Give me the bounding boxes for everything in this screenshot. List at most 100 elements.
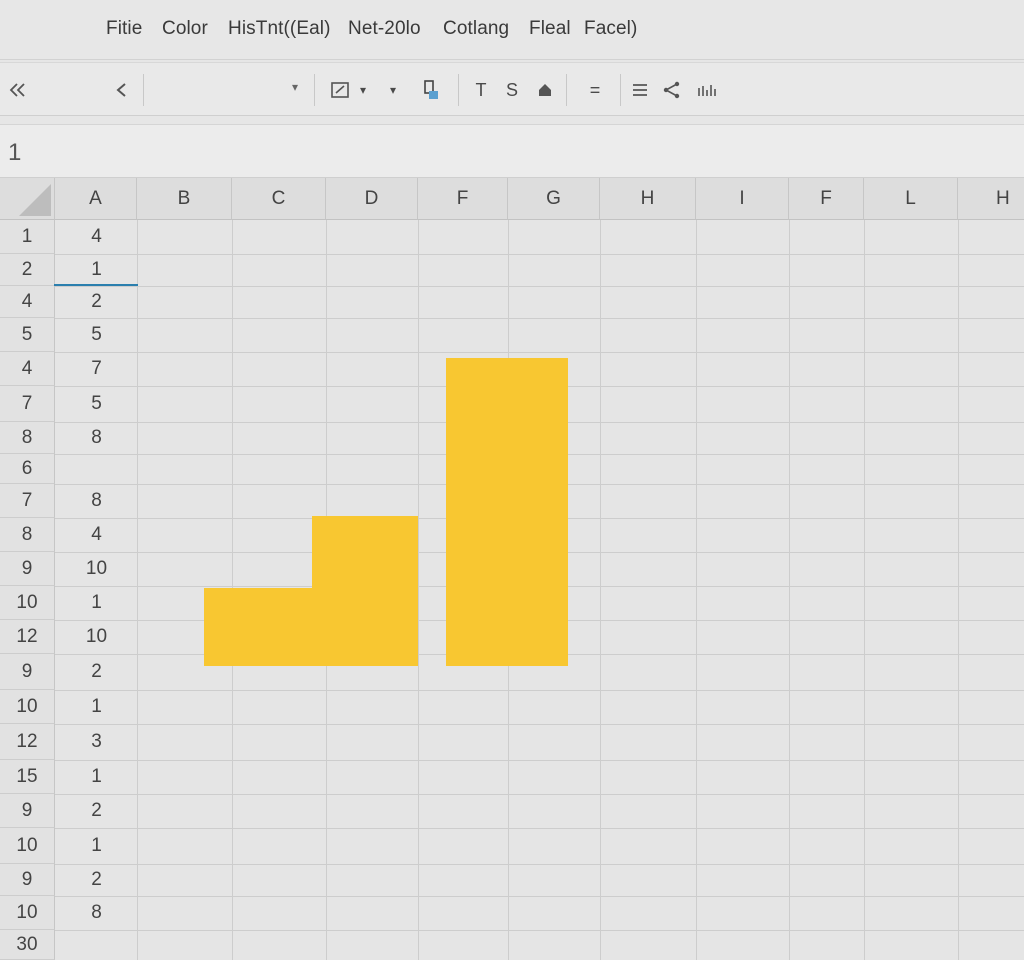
- row-header[interactable]: 9: [0, 864, 55, 896]
- fill-bucket-icon[interactable]: [534, 75, 556, 105]
- column-header[interactable]: L: [864, 178, 958, 220]
- column-header[interactable]: D: [326, 178, 418, 220]
- align-icon[interactable]: [630, 75, 650, 105]
- cell[interactable]: 4: [56, 220, 137, 254]
- column-header[interactable]: C: [232, 178, 326, 220]
- column-header[interactable]: H: [958, 178, 1024, 220]
- cell[interactable]: 10: [56, 620, 137, 654]
- column-header[interactable]: I: [696, 178, 789, 220]
- row-header[interactable]: 1: [0, 220, 55, 254]
- grid-line: [600, 220, 601, 960]
- formula-bar[interactable]: 1: [0, 124, 1024, 178]
- text-button[interactable]: T: [472, 75, 490, 105]
- format-painter-icon[interactable]: [418, 75, 444, 105]
- grid-line: [55, 896, 1024, 897]
- row-header[interactable]: 8: [0, 422, 55, 454]
- menu-item-fleal[interactable]: Fleal: [529, 18, 571, 40]
- row-header[interactable]: 12: [0, 620, 55, 654]
- cell[interactable]: 1: [56, 760, 137, 794]
- cell[interactable]: 1: [56, 254, 137, 286]
- cell[interactable]: 1: [56, 586, 137, 620]
- cell[interactable]: 2: [56, 654, 137, 690]
- chart-bar-1[interactable]: [204, 588, 314, 666]
- double-chevron-icon[interactable]: [6, 75, 30, 105]
- column-header[interactable]: F: [418, 178, 508, 220]
- equals-button[interactable]: =: [585, 75, 605, 105]
- menu-item-net[interactable]: Net-20lo: [348, 18, 421, 40]
- cell[interactable]: 8: [56, 896, 137, 930]
- cell[interactable]: 1: [56, 828, 137, 864]
- bar-chart-icon[interactable]: [694, 75, 720, 105]
- chevron-down-icon: ▾: [291, 80, 298, 94]
- menu-item-facel[interactable]: Facel): [584, 18, 637, 40]
- share-icon[interactable]: [660, 75, 684, 105]
- toolbar-separator: [620, 74, 621, 106]
- row-header[interactable]: 5: [0, 318, 55, 352]
- menu-item-histnt[interactable]: HisTnt((Eal): [228, 18, 331, 40]
- cell[interactable]: [56, 930, 137, 960]
- row-header[interactable]: 6: [0, 454, 55, 484]
- row-header[interactable]: 4: [0, 352, 55, 386]
- chevron-down-icon[interactable]: ▾: [386, 75, 400, 105]
- column-header[interactable]: A: [55, 178, 137, 220]
- row-header[interactable]: 8: [0, 518, 55, 552]
- cell[interactable]: 2: [56, 286, 137, 318]
- border-icon[interactable]: [328, 75, 354, 105]
- cell[interactable]: 2: [56, 864, 137, 896]
- cell[interactable]: [56, 454, 137, 484]
- toolbar-separator: [458, 74, 459, 106]
- spreadsheet-grid[interactable]: A B C D F G H I F L H 1 2 4 5 4 7 8 6 7 …: [0, 178, 1024, 960]
- grid-line: [55, 286, 1024, 287]
- cell[interactable]: 2: [56, 794, 137, 828]
- row-header[interactable]: 7: [0, 484, 55, 518]
- toolbar-separator: [566, 74, 567, 106]
- grid-line: [55, 760, 1024, 761]
- grid-line: [864, 220, 865, 960]
- cell[interactable]: 5: [56, 386, 137, 422]
- row-header[interactable]: 10: [0, 690, 55, 724]
- row-header[interactable]: 9: [0, 654, 55, 690]
- cell[interactable]: 8: [56, 484, 137, 518]
- grid-line: [55, 930, 1024, 931]
- strikethrough-button[interactable]: S: [503, 75, 521, 105]
- column-header[interactable]: F: [789, 178, 864, 220]
- cell[interactable]: 1: [56, 690, 137, 724]
- select-all-corner[interactable]: [0, 178, 55, 220]
- spreadsheet-app: Fitie Color HisTnt((Eal) Net-20lo Cotlan…: [0, 0, 1024, 960]
- chevron-left-icon[interactable]: [110, 75, 134, 105]
- row-header[interactable]: 10: [0, 828, 55, 864]
- cell[interactable]: 5: [56, 318, 137, 352]
- menu-item-cotlang[interactable]: Cotlang: [443, 18, 509, 40]
- row-header[interactable]: 2: [0, 254, 55, 286]
- menu-item-color[interactable]: Color: [162, 18, 208, 40]
- cell[interactable]: 4: [56, 518, 137, 552]
- corner-triangle-icon: [19, 184, 51, 216]
- grid-line: [55, 352, 1024, 353]
- cell[interactable]: 3: [56, 724, 137, 760]
- chart-bar-3[interactable]: [446, 358, 568, 666]
- font-name-dropdown[interactable]: ▾: [146, 74, 306, 106]
- cell[interactable]: 10: [56, 552, 137, 586]
- row-header[interactable]: 12: [0, 724, 55, 760]
- menu-item-fitie[interactable]: Fitie: [106, 18, 142, 40]
- row-header[interactable]: 10: [0, 896, 55, 930]
- cell[interactable]: 8: [56, 422, 137, 454]
- column-header[interactable]: B: [137, 178, 232, 220]
- grid-line: [55, 724, 1024, 725]
- chart-bar-2[interactable]: [312, 516, 418, 666]
- cell[interactable]: 7: [56, 352, 137, 386]
- grid-line: [55, 690, 1024, 691]
- toolbar-separator: [314, 74, 315, 106]
- row-header[interactable]: 15: [0, 760, 55, 794]
- toolbar-separator: [143, 74, 144, 106]
- row-header[interactable]: 9: [0, 552, 55, 586]
- grid-line: [789, 220, 790, 960]
- row-header[interactable]: 30: [0, 930, 55, 960]
- column-header[interactable]: H: [600, 178, 696, 220]
- row-header[interactable]: 7: [0, 386, 55, 422]
- column-header[interactable]: G: [508, 178, 600, 220]
- row-header[interactable]: 9: [0, 794, 55, 828]
- row-header[interactable]: 4: [0, 286, 55, 318]
- border-dropdown-arrow[interactable]: ▾: [356, 75, 370, 105]
- row-header[interactable]: 10: [0, 586, 55, 620]
